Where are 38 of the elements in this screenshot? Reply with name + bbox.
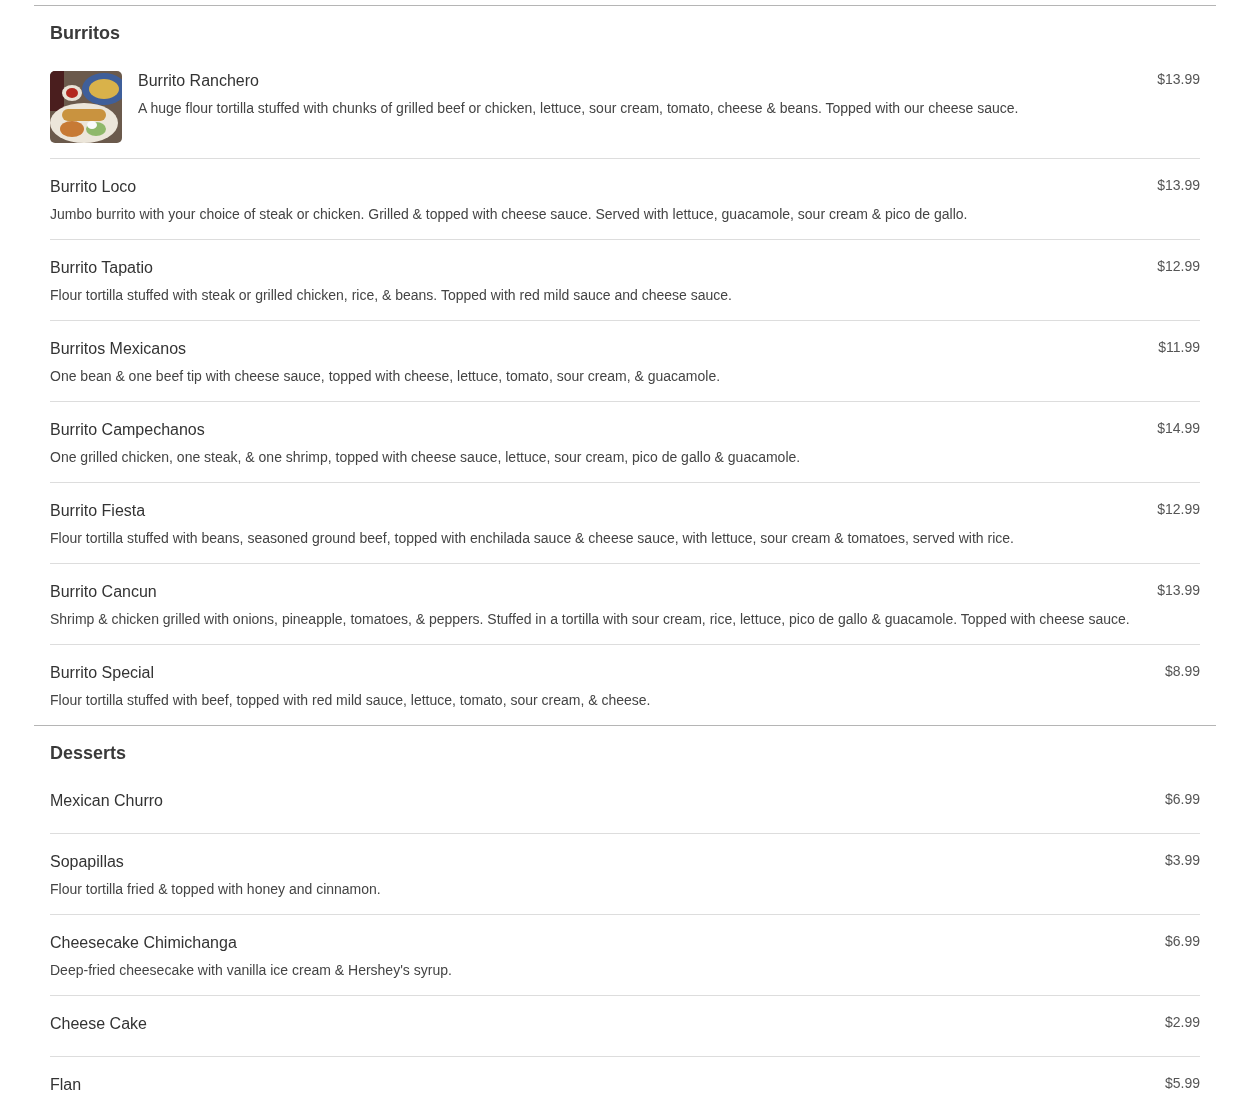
- item-description: One grilled chicken, one steak, & one shrimp, topped with cheese sauce, lettuce, sour cream, pico de gallo & guacamole.: [50, 448, 802, 467]
- item-price: $14.99: [1157, 419, 1200, 438]
- item-price: $13.99: [1157, 176, 1200, 195]
- item-price: $2.99: [1164, 1013, 1200, 1032]
- item-name: Burritos Mexicanos: [50, 339, 187, 359]
- item-price: $11.99: [1158, 338, 1200, 357]
- item-price: $3.99: [1164, 851, 1200, 870]
- item-price: $12.99: [1157, 257, 1200, 276]
- item-name: Mexican Churro: [50, 791, 163, 811]
- item-name: Burrito Ranchero: [138, 71, 259, 91]
- item-name: Burrito Tapatio: [50, 258, 153, 278]
- section-heading: Burritos: [50, 22, 121, 45]
- item-name: Burrito Fiesta: [50, 501, 146, 521]
- item-name: Sopapillas: [50, 852, 124, 872]
- item-description: Flour tortilla fried & topped with honey and cinnamon.: [50, 880, 382, 899]
- item-description: Flour tortilla stuffed with steak or grilled chicken, rice, & beans. Topped with red mild sauce and cheese sauce.: [50, 286, 733, 305]
- item-price: $12.99: [1157, 500, 1200, 519]
- item-name: Cheese Cake: [50, 1014, 147, 1034]
- item-name: Cheesecake Chimichanga: [50, 933, 237, 953]
- item-name: Burrito Cancun: [50, 582, 157, 602]
- item-price: $13.99: [1157, 70, 1200, 89]
- item-description: A huge flour tortilla stuffed with chunks of grilled beef or chicken, lettuce, sour cream, tomato, cheese & beans. Topped with our cheese sauce.: [138, 99, 1020, 118]
- item-description: Jumbo burrito with your choice of steak or chicken. Grilled & topped with cheese sauce. Served with lettuce, guacamole, sour cream & pico de gallo.: [50, 205, 969, 224]
- item-price: $8.99: [1164, 662, 1200, 681]
- item-name: Burrito Campechanos: [50, 420, 205, 440]
- item-name: Burrito Special: [50, 663, 155, 683]
- item-price: $13.99: [1157, 581, 1200, 600]
- item-description: One bean & one beef tip with cheese sauce, topped with cheese, lettuce, tomato, sour cream, & guacamole.: [50, 367, 722, 386]
- item-description: Shrimp & chicken grilled with onions, pineapple, tomatoes, & peppers. Stuffed in a tortilla with sour cream, rice, lettuce, pico de gallo & guacamole. Topped with cheese sauce.: [50, 610, 1131, 629]
- item-description: Deep-fried cheesecake with vanilla ice cream & Hershey's syrup.: [50, 961, 453, 980]
- item-description: Flour tortilla stuffed with beans, seasoned ground beef, topped with enchilada sauce & cheese sauce, with lettuce, sour cream & tomatoes, served with rice.: [50, 529, 1015, 548]
- item-description: Flour tortilla stuffed with beef, topped with red mild sauce, lettuce, tomato, sour cream, & cheese.: [50, 691, 652, 710]
- section-heading: Desserts: [50, 742, 128, 765]
- item-name: Flan: [50, 1075, 82, 1095]
- item-price: $6.99: [1164, 932, 1200, 951]
- item-name: Burrito Loco: [50, 177, 137, 197]
- item-price: $5.99: [1164, 1074, 1200, 1093]
- item-price: $6.99: [1164, 790, 1200, 809]
